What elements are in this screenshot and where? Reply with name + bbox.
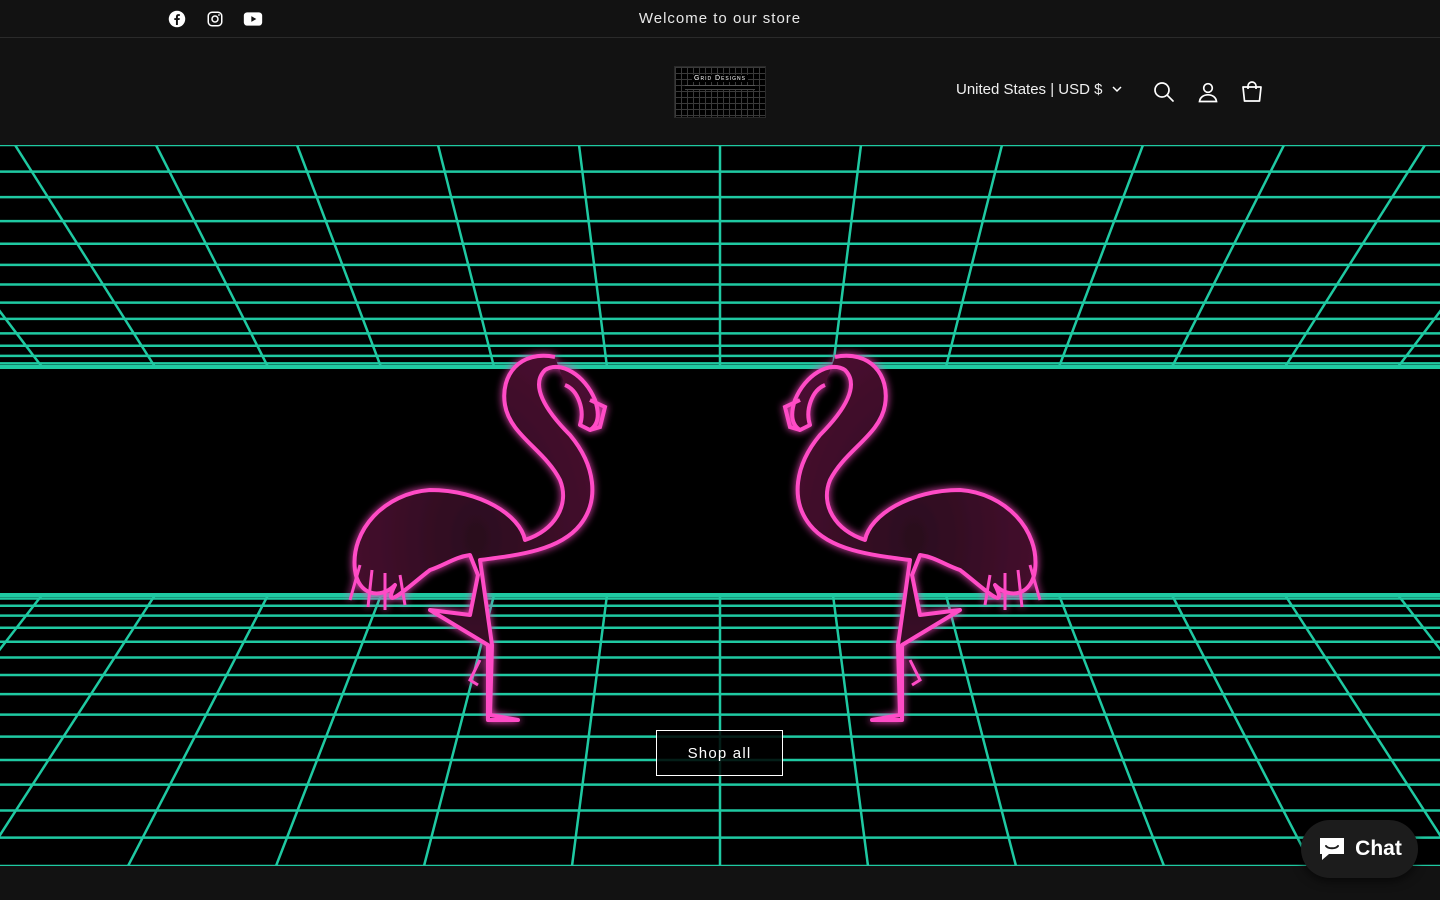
cart-icon[interactable] (1240, 80, 1264, 104)
grid-line (126, 594, 270, 866)
grid-ceiling (0, 145, 1440, 369)
grid-line (1170, 594, 1314, 866)
grid-line (0, 594, 157, 838)
announcement-bar: Welcome to our store (0, 0, 1440, 38)
country-currency-selector[interactable]: United States | USD $ (956, 81, 1122, 98)
grid-line (1057, 594, 1166, 866)
account-icon[interactable] (1196, 80, 1220, 104)
site-header: Grid Designs United States | USD $ (0, 39, 1440, 145)
announcement-text: Welcome to our store (638, 10, 802, 27)
chat-widget-button[interactable]: Chat (1301, 820, 1418, 878)
hero-banner: Shop all (0, 145, 1440, 866)
flamingo-left (348, 353, 608, 722)
country-selector-label: United States | USD $ (956, 81, 1103, 98)
store-logo[interactable]: Grid Designs (674, 66, 766, 118)
logo-text: Grid Designs (692, 75, 748, 82)
grid-line (570, 594, 609, 866)
flamingo-right (782, 353, 1042, 722)
grid-line (944, 594, 1018, 866)
page-bottom-strip (0, 866, 1440, 900)
chat-label: Chat (1355, 837, 1402, 860)
logo-subline (685, 85, 755, 90)
grid-line (274, 594, 383, 866)
chat-bubble-icon (1320, 838, 1345, 860)
search-icon[interactable] (1152, 80, 1176, 104)
grid-line (831, 594, 870, 866)
chevron-down-icon (1112, 86, 1122, 93)
shop-all-button[interactable]: Shop all (656, 730, 783, 776)
